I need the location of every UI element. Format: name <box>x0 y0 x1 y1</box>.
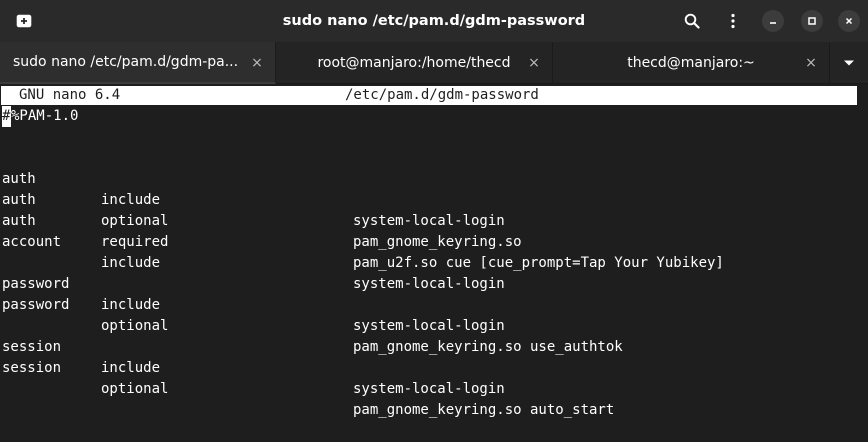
pam-type: password <box>2 297 70 313</box>
header-bar: sudo nano /etc/pam.d/gdm-password <box>0 0 868 42</box>
file-line: account include system-local-login <box>2 211 862 292</box>
file-line-header: #%PAM-1.0 <box>2 106 78 127</box>
tab-label: sudo nano /etc/pam.d/gdm-pa... <box>13 54 239 70</box>
file-line: password include system-local-login <box>2 253 862 334</box>
file-line: session include system-local-login <box>2 316 862 397</box>
file-line: auth include system-local-login <box>2 148 862 229</box>
minimize-icon <box>770 22 776 24</box>
menu-button[interactable] <box>719 7 747 35</box>
tab-close-icon[interactable]: × <box>803 55 819 71</box>
close-button[interactable] <box>838 10 860 32</box>
terminal-view[interactable]: GNU nano 6.4 /etc/pam.d/gdm-password #%P… <box>0 84 868 418</box>
tab-bar: sudo nano /etc/pam.d/gdm-pa... × root@ma… <box>0 42 868 84</box>
pam-type: account <box>2 234 62 250</box>
text-cursor: # <box>2 106 11 127</box>
pam-module: pam_gnome_keyring.so auto_start <box>353 402 615 418</box>
file-line: auth optional pam_gnome_keyring.so <box>2 169 862 250</box>
minimize-button[interactable] <box>762 10 784 32</box>
nano-filename: /etc/pam.d/gdm-password <box>345 87 539 103</box>
file-line: session optional pam_gnome_keyring.so au… <box>2 337 862 418</box>
maximize-button[interactable] <box>801 10 823 32</box>
new-tab-icon <box>16 14 32 28</box>
new-tab-button[interactable] <box>10 7 38 35</box>
chevron-down-icon <box>844 60 854 66</box>
tab-close-icon[interactable]: × <box>249 55 265 71</box>
tab-label: root@manjaro:/home/thecd <box>317 55 511 71</box>
search-button[interactable] <box>678 7 706 35</box>
file-line: auth required pam_u2f.so cue [cue_prompt… <box>2 190 862 271</box>
kebab-menu-icon <box>731 13 735 29</box>
close-icon <box>845 17 853 25</box>
pam-module: pam_gnome_keyring.so <box>353 234 522 250</box>
pam-control: optional <box>101 381 169 397</box>
pam-control: required <box>101 234 169 250</box>
tab-root-manjaro[interactable]: root@manjaro:/home/thecd × <box>276 42 553 84</box>
pam-control: include <box>101 297 161 313</box>
tab-sudo-nano[interactable]: sudo nano /etc/pam.d/gdm-pa... × <box>0 42 276 84</box>
pam-type: session <box>2 360 62 376</box>
nano-version: GNU nano 6.4 <box>19 87 121 103</box>
search-icon <box>684 13 700 29</box>
pam-module: system-local-login <box>353 381 505 397</box>
tab-overflow-button[interactable] <box>830 42 868 84</box>
file-line: password optional pam_gnome_keyring.so u… <box>2 274 862 355</box>
pam-control: include <box>101 360 161 376</box>
maximize-icon <box>808 17 816 25</box>
tab-close-icon[interactable]: × <box>526 55 542 71</box>
file-line-text: %PAM-1.0 <box>11 108 79 124</box>
tab-label: thecd@manjaro:~ <box>627 55 755 71</box>
tab-thecd-manjaro[interactable]: thecd@manjaro:~ × <box>553 42 830 84</box>
nano-title-bar: GNU nano 6.4 /etc/pam.d/gdm-password <box>1 86 857 105</box>
